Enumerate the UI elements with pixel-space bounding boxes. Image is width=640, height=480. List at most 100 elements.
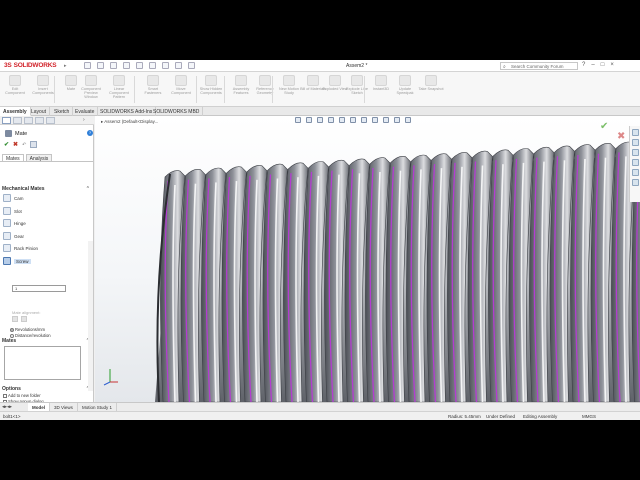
help-icon[interactable]: ? (582, 62, 585, 68)
mate-type-screw[interactable]: Screw (3, 256, 89, 269)
mechanical-mates-heading[interactable]: Mechanical Mates ⌃ (2, 186, 90, 192)
minimize-icon[interactable]: – (591, 62, 594, 68)
undo-icon[interactable]: ↶ (22, 142, 26, 148)
tab-solidworks-add-ins[interactable]: SOLIDWORKS Add-Ins (97, 107, 157, 116)
mate-type-hinge[interactable]: Hinge (3, 218, 89, 231)
radio-revolutions-label: Revolutions/mm (15, 327, 46, 332)
panel-scrollbar[interactable] (88, 241, 93, 391)
close-icon[interactable]: × (610, 62, 614, 68)
undo-icon[interactable] (136, 62, 143, 69)
command-new-motion-study[interactable]: New Motion Study (276, 75, 302, 95)
command-reference-geometry[interactable]: Reference Geometry (252, 75, 278, 95)
zoom-to-fit-icon[interactable] (295, 117, 301, 123)
quick-access-toolbar (84, 62, 195, 69)
collapse-chevron-icon[interactable]: ⌃ (86, 186, 90, 192)
dynamic-annotation-icon[interactable] (339, 117, 345, 123)
command-explode-line-sketch[interactable]: Explode Line Sketch (344, 75, 370, 95)
mate-type-gear[interactable]: Gear (3, 231, 89, 244)
mates-list-box[interactable] (4, 346, 81, 380)
command-move-component[interactable]: Move Component (168, 75, 194, 95)
appearances-icon[interactable] (631, 169, 639, 176)
command-instant3d[interactable]: Instant3D (368, 75, 394, 91)
tab-assembly[interactable]: Assembly (0, 107, 31, 116)
print-icon[interactable] (123, 62, 130, 69)
help-icon[interactable]: ? (87, 130, 93, 136)
section-view-icon[interactable] (328, 117, 334, 123)
add-to-new-folder-checkbox[interactable]: Add to new folder (3, 393, 41, 398)
hide-show-items-icon[interactable] (372, 117, 378, 123)
feature-tree-tab-icon[interactable] (2, 117, 11, 124)
rebuild-icon[interactable] (162, 62, 169, 69)
search-input[interactable]: ⌕ Search Community Forum (500, 62, 578, 70)
command-take-snapshot[interactable]: Take Snapshot (418, 75, 444, 91)
zoom-area-icon[interactable] (306, 117, 312, 123)
status-radius: Radius: 5.45mm (448, 414, 481, 419)
command-update-speedpak[interactable]: Update Speedpak (392, 75, 418, 95)
edit-appearance-icon[interactable] (383, 117, 389, 123)
mate-alignment-label: Mate alignment: (12, 310, 41, 315)
status-units[interactable]: MMGS (582, 414, 596, 419)
panel-expand-arrow-icon[interactable]: › (83, 117, 85, 123)
radio-revolutions[interactable]: Revolutions/mm (10, 327, 45, 332)
menu-expand-arrow-icon[interactable]: ▸ (64, 63, 67, 69)
tab-sketch[interactable]: Sketch (51, 107, 74, 116)
cancel-x-icon[interactable]: ✖ (13, 141, 18, 148)
command-assembly-features[interactable]: Assembly Features (228, 75, 254, 95)
ok-check-icon[interactable]: ✔ (4, 141, 9, 148)
radio-revolutions-dot (10, 327, 14, 332)
command-insert-components[interactable]: Insert Components (30, 75, 56, 95)
pm-actions: ✔ ✖ ↶ (4, 141, 38, 148)
apply-scene-icon[interactable] (394, 117, 400, 123)
file-explorer-icon[interactable] (631, 149, 639, 156)
screw-value-input[interactable]: 1 (12, 285, 66, 292)
configuration-manager-tab-icon[interactable] (24, 117, 33, 124)
open-icon[interactable] (97, 62, 104, 69)
property-manager-tab-icon[interactable] (13, 117, 22, 124)
select-icon[interactable] (149, 62, 156, 69)
custom-properties-icon[interactable] (631, 179, 639, 186)
thread-model[interactable] (95, 116, 640, 402)
command-smart-fasteners[interactable]: Smart Fasteners (140, 75, 166, 95)
command-edit-component[interactable]: Edit Component (2, 75, 28, 95)
view-orientation-icon[interactable] (350, 117, 356, 123)
aligned-icon[interactable] (12, 316, 18, 322)
breadcrumb[interactable]: ▸ Assem2 (Default<Display... (101, 119, 158, 125)
mates-heading[interactable]: Mates ⌃ (2, 338, 90, 344)
save-icon[interactable] (110, 62, 117, 69)
mate-type-slot[interactable]: Slot (3, 206, 89, 219)
confirm-ok-icon[interactable]: ✔ (600, 121, 608, 132)
tab-mates[interactable]: Mates (2, 154, 24, 162)
add-folder-label: Add to new folder (8, 393, 41, 398)
command-label: Edit Component (5, 87, 25, 96)
mate-type-cam[interactable]: Cam (3, 193, 89, 206)
options-icon[interactable] (188, 62, 195, 69)
maximize-icon[interactable]: □ (601, 62, 605, 68)
solidworks-logo[interactable]: 3S SOLIDWORKS (4, 62, 57, 70)
command-component-preview-window[interactable]: Component Preview Window (78, 75, 104, 100)
dimxpert-tab-icon[interactable] (35, 117, 44, 124)
view-settings-icon[interactable] (405, 117, 411, 123)
pin-icon[interactable] (30, 141, 38, 148)
previous-view-icon[interactable] (317, 117, 323, 123)
design-library-icon[interactable] (631, 139, 639, 146)
tab-nav-arrows-icon[interactable]: ◂▸◂▸ (2, 404, 12, 410)
solidworks-resources-icon[interactable] (631, 129, 639, 136)
anti-aligned-icon[interactable] (21, 316, 27, 322)
tab-analysis[interactable]: Analysis (25, 154, 53, 162)
tab-layout[interactable]: Layout (28, 107, 51, 116)
tab-evaluate[interactable]: Evaluate (72, 107, 99, 116)
new-icon[interactable] (84, 62, 91, 69)
display-style-icon[interactable] (361, 117, 367, 123)
confirm-cancel-icon[interactable]: ✖ (617, 131, 625, 142)
command-label: New Motion Study (278, 87, 300, 96)
view-palette-icon[interactable] (631, 159, 639, 166)
options-heading[interactable]: Options ⌃ (2, 386, 90, 392)
brand-name: SOLIDWORKS (13, 62, 57, 69)
command-linear-component-pattern[interactable]: Linear Component Pattern (106, 75, 132, 100)
mate-type-rack-pinion[interactable]: Rack Pinion (3, 243, 89, 256)
display-manager-tab-icon[interactable] (46, 117, 55, 124)
tab-solidworks-mbd[interactable]: SOLIDWORKS MBD (150, 107, 204, 116)
file-properties-icon[interactable] (175, 62, 182, 69)
slot-mate-icon (3, 206, 11, 215)
command-show-hidden-components[interactable]: Show Hidden Components (198, 75, 224, 95)
